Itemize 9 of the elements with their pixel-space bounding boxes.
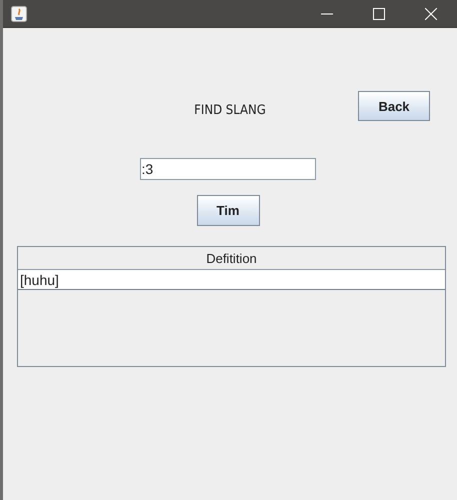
app-icon xyxy=(11,6,27,22)
search-field[interactable]: :3 xyxy=(140,158,316,180)
column-header[interactable]: Defitition xyxy=(206,250,257,266)
heading: FIND SLANG xyxy=(194,102,266,118)
search-button[interactable]: Tim xyxy=(196,195,260,226)
maximize-icon xyxy=(373,8,385,20)
back-button[interactable]: Back xyxy=(358,91,430,121)
close-icon xyxy=(425,8,437,20)
table-cell-text: [huhu] xyxy=(19,272,59,288)
